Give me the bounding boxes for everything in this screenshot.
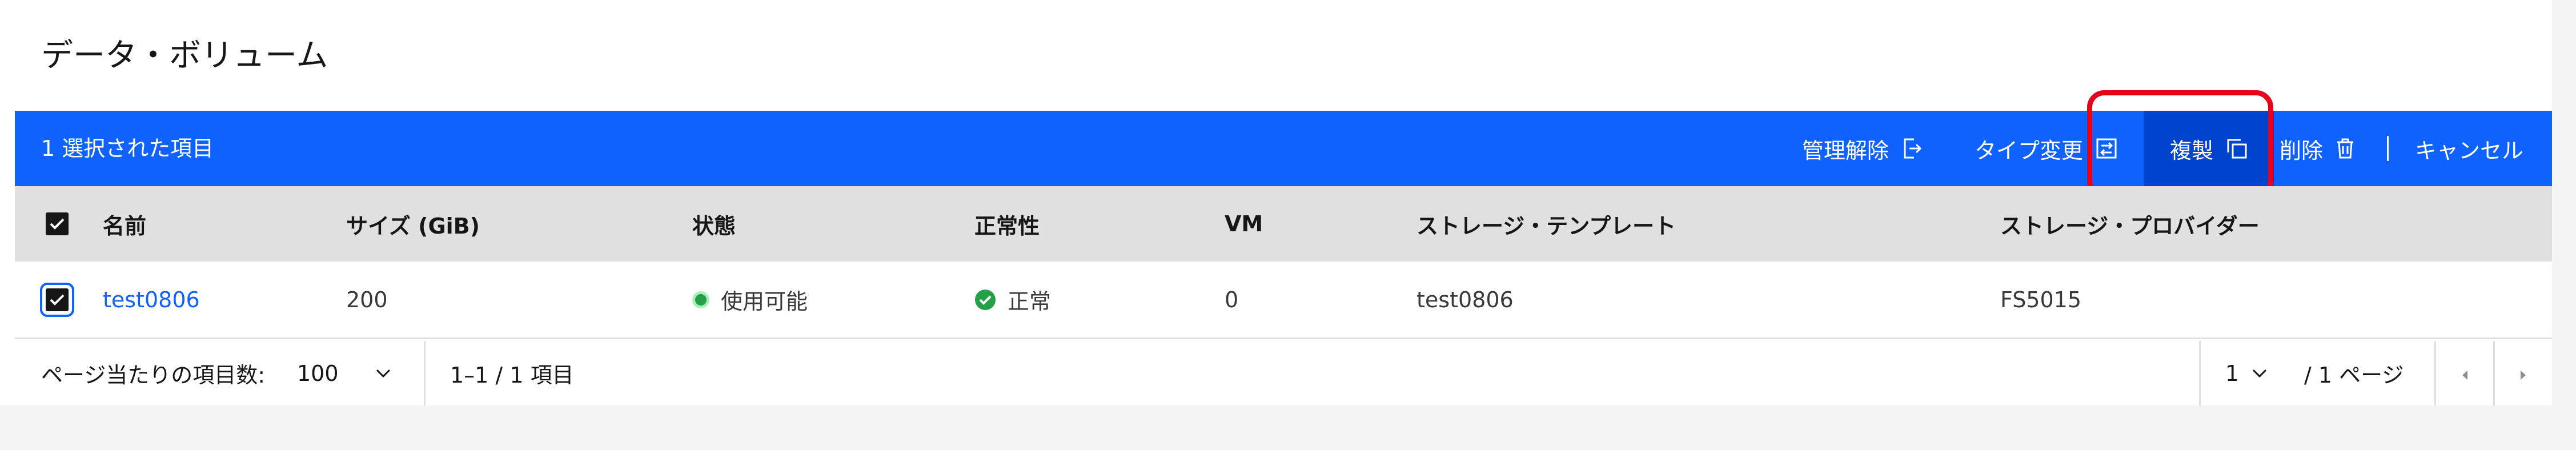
unmanage-button[interactable]: 管理解除: [1776, 111, 1948, 186]
volume-provider: FS5015: [2000, 287, 2082, 312]
change-type-label: タイプ変更: [1974, 138, 2083, 163]
select-all-checkbox[interactable]: [46, 186, 69, 262]
volume-size: 200: [346, 287, 388, 312]
trash-icon: [2336, 138, 2355, 159]
chevron-down-icon: [375, 368, 391, 379]
delete-button[interactable]: 削除: [2274, 111, 2381, 186]
next-page-button[interactable]: [2495, 341, 2552, 405]
copy-icon: [2226, 138, 2248, 159]
volume-vm-count: 0: [1225, 287, 1239, 312]
caret-left-icon: [2461, 361, 2469, 386]
action-divider: [2386, 136, 2389, 161]
batch-actions: 管理解除 タイプ変更 複製 削除 キャンセル: [1776, 111, 2552, 186]
caret-right-icon: [2519, 361, 2527, 386]
table-row[interactable]: test0806 200 使用可能 正常 0 test0806 FS5015: [15, 262, 2552, 339]
pager-divider: [2199, 341, 2201, 405]
volume-health: 正常: [974, 262, 1051, 338]
page-total: / 1 ページ: [2304, 363, 2404, 388]
volume-health-text: 正常: [1008, 289, 1052, 314]
header-template[interactable]: ストレージ・テンプレート: [1417, 186, 1676, 262]
header-vm[interactable]: VM: [1225, 186, 1263, 262]
duplicate-label: 複製: [2169, 138, 2213, 163]
change-type-button[interactable]: タイプ変更: [1948, 111, 2144, 186]
items-per-page-select[interactable]: 100: [297, 341, 391, 405]
row-check: [40, 282, 74, 317]
export-icon: [1901, 137, 1922, 160]
volume-state-text: 使用可能: [721, 289, 808, 314]
unmanage-label: 管理解除: [1801, 138, 1889, 163]
checkmark-circle-icon: [974, 289, 996, 311]
volume-template: test0806: [1417, 287, 1514, 312]
items-per-page-value: 100: [297, 360, 339, 386]
previous-page-button[interactable]: [2436, 341, 2493, 405]
volume-state: 使用可能: [692, 262, 808, 338]
available-status-icon: [692, 291, 709, 308]
header-name[interactable]: 名前: [103, 186, 146, 262]
chevron-down-icon: [2252, 368, 2268, 379]
page-title: データ・ボリューム: [41, 37, 328, 74]
cancel-button[interactable]: キャンセル: [2394, 111, 2552, 186]
selected-count: 1 選択された項目: [41, 136, 214, 161]
header-health[interactable]: 正常性: [974, 186, 1040, 262]
table-header: 名前 サイズ (GiB) 状態 正常性 VM ストレージ・テンプレート ストレー…: [15, 186, 2552, 262]
row-checkbox[interactable]: [40, 262, 74, 338]
page-select[interactable]: 1: [2225, 341, 2268, 405]
page-select-value: 1: [2225, 360, 2240, 386]
duplicate-button[interactable]: 複製: [2143, 111, 2274, 186]
batch-action-bar: 1 選択された項目 管理解除 タイプ変更 複製 削除 キャンセル: [15, 111, 2552, 186]
swap-icon: [2096, 138, 2117, 159]
pagination: ページ当たりの項目数: 100 1–1 / 1 項目 1 / 1 ページ: [15, 341, 2552, 405]
delete-label: 削除: [2279, 138, 2323, 163]
items-per-page-label: ページ当たりの項目数:: [41, 363, 266, 388]
select-all-check: [46, 212, 69, 235]
header-state[interactable]: 状態: [692, 186, 736, 262]
pager-divider: [424, 341, 426, 405]
item-range: 1–1 / 1 項目: [450, 363, 574, 388]
header-provider[interactable]: ストレージ・プロバイダー: [2000, 186, 2260, 262]
volume-name-link[interactable]: test0806: [103, 262, 200, 338]
header-size[interactable]: サイズ (GiB): [346, 186, 480, 262]
